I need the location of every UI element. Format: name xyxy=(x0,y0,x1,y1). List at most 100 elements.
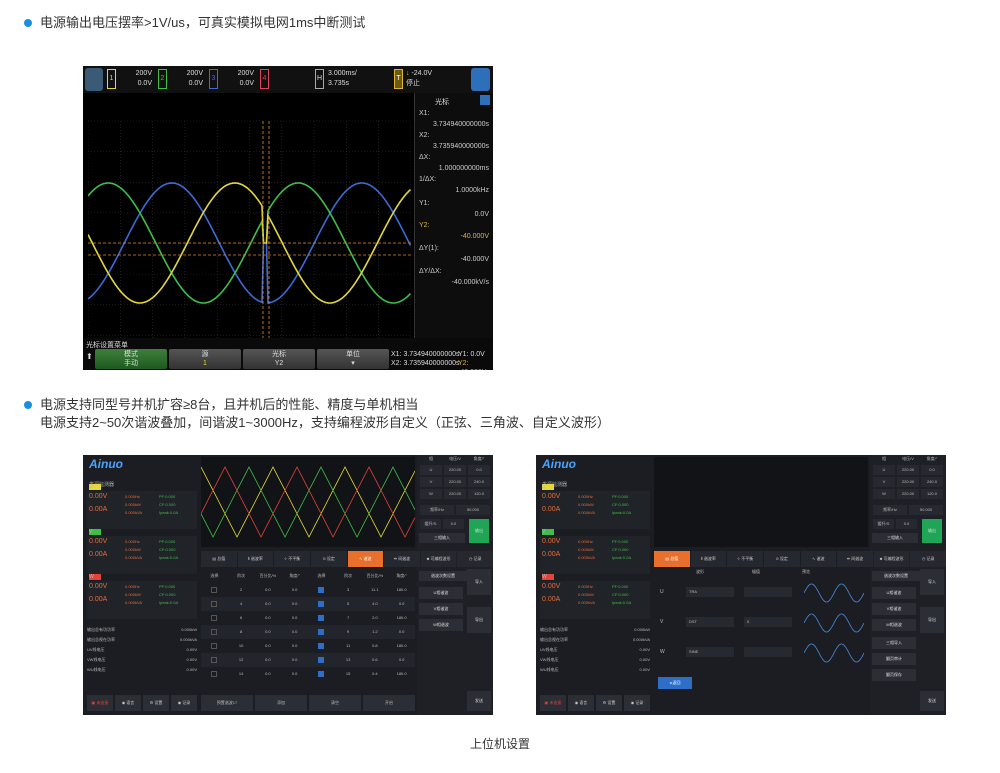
cursor-panel-icon[interactable] xyxy=(480,95,490,105)
footer-button[interactable]: ▣ 未连接 xyxy=(540,695,566,711)
menu-up-icon[interactable]: ⬆ xyxy=(86,352,93,361)
footer-button[interactable]: ◉ 语言 xyxy=(115,695,141,711)
footer-button[interactable]: ◉ 记录 xyxy=(171,695,197,711)
harmonic-checkbox[interactable] xyxy=(211,615,218,621)
phase-harmonic-toggle[interactable]: W相谐波 xyxy=(872,619,916,631)
phase-angle-input[interactable]: 0.0 xyxy=(468,465,490,475)
waveform-type-select[interactable]: SINE xyxy=(686,647,734,657)
harmonic-checkbox[interactable] xyxy=(211,643,218,649)
function-tab[interactable]: ⊹ 不平衡 xyxy=(727,551,763,567)
footer-button[interactable]: ⚙ 设置 xyxy=(596,695,622,711)
function-tab[interactable]: ▤ 总值 xyxy=(201,551,237,567)
frequency-input[interactable]: 50.000 xyxy=(909,505,943,515)
timebase-icon[interactable]: H xyxy=(315,69,324,89)
function-tab[interactable]: ▤ 总值 xyxy=(654,551,690,567)
function-tab[interactable]: ∿ 谐波 xyxy=(800,551,837,567)
harmonic-cell[interactable] xyxy=(308,625,335,639)
harmonic-cell[interactable] xyxy=(308,639,335,653)
harmonic-cell[interactable] xyxy=(201,597,228,611)
phase-voltage-input[interactable]: 220.00 xyxy=(444,477,466,487)
harmonic-cell[interactable] xyxy=(308,611,335,625)
waveform-type-select[interactable]: DST xyxy=(686,617,734,627)
scope-measure-button[interactable] xyxy=(471,68,490,91)
phase-angle-input[interactable]: 120.0 xyxy=(468,489,490,499)
import-button[interactable]: 导入 xyxy=(467,569,491,595)
export-button[interactable]: 导出 xyxy=(920,607,944,633)
phase-angle-input[interactable]: 0.0 xyxy=(921,465,943,475)
three-phase-input-toggle[interactable]: 三相输入 xyxy=(872,533,918,543)
footer-button[interactable]: ▣ 未连接 xyxy=(87,695,113,711)
phase-voltage-input[interactable]: 220.00 xyxy=(897,465,919,475)
harmonic-cell[interactable] xyxy=(201,639,228,653)
scope-menu-button[interactable] xyxy=(85,68,103,91)
rise-input[interactable]: 0.0 xyxy=(443,519,464,529)
harmonic-checkbox[interactable] xyxy=(318,643,325,649)
phase-harmonic-toggle[interactable]: W相谐波 xyxy=(419,619,463,631)
footer-button[interactable]: ⚙ 设置 xyxy=(143,695,169,711)
back-button[interactable]: ◂ 返回 xyxy=(658,677,692,689)
harmonic-cell[interactable] xyxy=(308,667,335,681)
phase-angle-input[interactable]: 240.0 xyxy=(921,477,943,487)
phase-harmonic-toggle[interactable]: U相谐波 xyxy=(872,587,916,599)
function-tab[interactable]: ⇹ 间谐波 xyxy=(384,551,420,567)
unit-softkey[interactable]: 单位 ▾ xyxy=(317,349,389,369)
import-button[interactable]: 导入 xyxy=(920,569,944,595)
footer-button[interactable]: ◉ 语言 xyxy=(568,695,594,711)
waveform-action-button[interactable]: 翻页审计 xyxy=(872,653,916,665)
harmonic-cell[interactable] xyxy=(201,611,228,625)
output-button[interactable]: 输出 xyxy=(469,519,489,543)
harmonic-checkbox[interactable] xyxy=(211,629,218,635)
waveform-action-button[interactable]: 三相导入 xyxy=(872,637,916,649)
footer-button[interactable]: ◉ 记录 xyxy=(624,695,650,711)
mode-softkey[interactable]: 模式 手动 xyxy=(95,349,167,369)
channel-2-button[interactable]: 2 xyxy=(158,69,167,89)
three-phase-input-toggle[interactable]: 三相输入 xyxy=(419,533,465,543)
harmonic-checkbox[interactable] xyxy=(211,601,218,607)
channel-1-button[interactable]: 1 xyxy=(107,69,116,89)
harmonic-checkbox[interactable] xyxy=(211,657,218,663)
harmonic-checkbox[interactable] xyxy=(318,587,325,593)
waveform-amplitude-input[interactable]: 0 xyxy=(744,617,792,627)
harmonic-checkbox[interactable] xyxy=(211,587,218,593)
function-tab[interactable]: ⊙ 设定 xyxy=(310,551,347,567)
phase-voltage-input[interactable]: 220.00 xyxy=(444,489,466,499)
phase-voltage-input[interactable]: 220.00 xyxy=(897,489,919,499)
export-button[interactable]: 导出 xyxy=(467,607,491,633)
output-button[interactable]: 输出 xyxy=(922,519,942,543)
phase-harmonic-toggle[interactable]: V相谐波 xyxy=(872,603,916,615)
trigger-icon[interactable]: T xyxy=(394,69,403,89)
harmonic-action-button[interactable]: 添加 xyxy=(255,695,307,711)
harmonic-checkbox[interactable] xyxy=(211,671,218,677)
harmonic-checkbox[interactable] xyxy=(318,657,325,663)
harmonic-action-button[interactable]: 开启 xyxy=(363,695,415,711)
harmonic-cell[interactable] xyxy=(308,583,335,597)
harmonic-action-button[interactable]: 清空 xyxy=(309,695,361,711)
function-tab[interactable]: ⊙ 设定 xyxy=(763,551,800,567)
function-tab[interactable]: ⫴ 谐波率 xyxy=(690,551,727,567)
source-softkey[interactable]: 源1 xyxy=(169,349,241,369)
function-tab[interactable]: ⊹ 不平衡 xyxy=(274,551,310,567)
phase-harmonic-toggle[interactable]: U相谐波 xyxy=(419,587,463,599)
harmonic-checkbox[interactable] xyxy=(318,629,325,635)
harmonic-checkbox[interactable] xyxy=(318,671,325,677)
phase-angle-input[interactable]: 240.0 xyxy=(468,477,490,487)
waveform-amplitude-input[interactable] xyxy=(744,647,792,657)
phase-voltage-input[interactable]: 220.00 xyxy=(897,477,919,487)
harmonic-cell[interactable] xyxy=(201,667,228,681)
harmonic-cell[interactable] xyxy=(308,653,335,667)
function-tab[interactable]: ⬥ 可编程波形 xyxy=(420,551,457,567)
cursor-softkey[interactable]: 光标 Y2 xyxy=(243,349,315,369)
frequency-input[interactable]: 50.000 xyxy=(456,505,490,515)
harmonic-cell[interactable] xyxy=(201,583,228,597)
send-button[interactable]: 发送 xyxy=(467,691,491,711)
function-tab[interactable]: ⬥ 可编程波形 xyxy=(873,551,910,567)
harmonic-cell[interactable] xyxy=(201,653,228,667)
harmonic-action-button[interactable]: 预置谐波17 xyxy=(201,695,253,711)
function-tab[interactable]: ⫴ 谐波率 xyxy=(237,551,274,567)
channel-4-button[interactable]: 4 xyxy=(260,69,269,89)
waveform-amplitude-input[interactable] xyxy=(744,587,792,597)
phase-harmonic-toggle[interactable]: V相谐波 xyxy=(419,603,463,615)
waveform-type-select[interactable]: TRA xyxy=(686,587,734,597)
function-tab[interactable]: ◷ 记录 xyxy=(457,551,493,567)
harmonic-checkbox[interactable] xyxy=(318,615,325,621)
